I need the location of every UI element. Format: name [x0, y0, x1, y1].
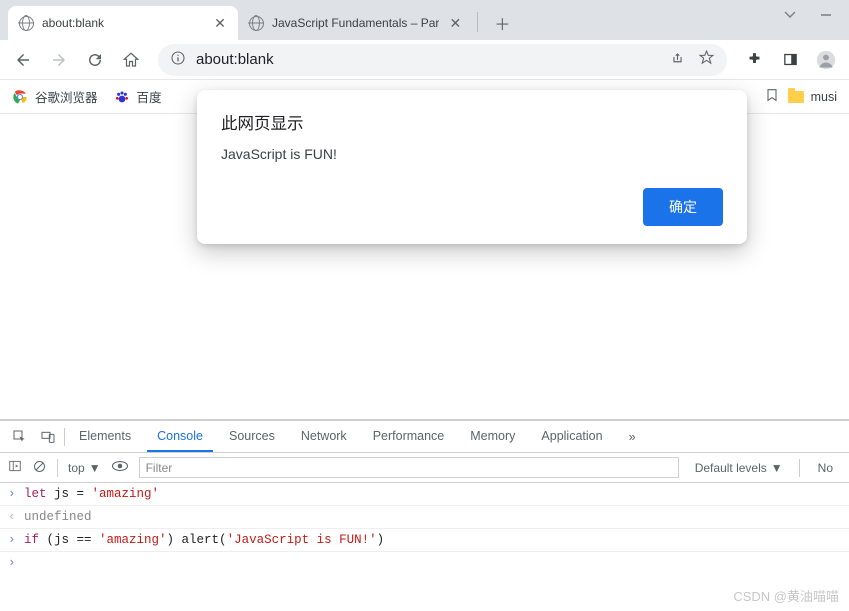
alert-title: 此网页显示 — [221, 110, 723, 134]
separator — [57, 459, 58, 477]
console-prompt[interactable]: › — [0, 552, 849, 574]
minimize-button[interactable] — [817, 8, 835, 22]
bookmark-folder-label: musi — [811, 90, 837, 104]
globe-icon — [18, 15, 34, 31]
devtools-tab-performance[interactable]: Performance — [363, 422, 455, 451]
execution-context-select[interactable]: top ▼ — [68, 461, 101, 475]
devtools-tab-application[interactable]: Application — [531, 422, 612, 451]
extensions-icon[interactable] — [739, 45, 769, 75]
watermark-text: CSDN @黄油喵喵 — [733, 586, 839, 605]
address-bar[interactable]: about:blank — [158, 44, 727, 76]
input-chevron-icon: › — [8, 533, 18, 547]
filter-placeholder: Filter — [146, 461, 173, 475]
site-info-icon[interactable] — [170, 50, 186, 70]
alert-message: JavaScript is FUN! — [221, 146, 723, 162]
profile-avatar-icon[interactable] — [811, 45, 841, 75]
inspect-element-icon[interactable] — [8, 425, 32, 449]
new-tab-button[interactable]: ＋ — [488, 9, 516, 37]
share-icon[interactable] — [669, 49, 686, 70]
issues-label[interactable]: No — [810, 461, 841, 475]
devtools-tab-elements[interactable]: Elements — [69, 422, 141, 451]
separator — [799, 459, 800, 477]
bookmark-label: 百度 — [137, 87, 162, 106]
devtools-panel: ElementsConsoleSourcesNetworkPerformance… — [0, 419, 849, 611]
devtools-tab-sources[interactable]: Sources — [219, 422, 285, 451]
console-filter-input[interactable]: Filter — [139, 457, 679, 478]
tab-title: JavaScript Fundamentals – Par — [272, 16, 439, 30]
window-dropdown-icon[interactable] — [781, 8, 799, 22]
separator — [64, 428, 65, 446]
side-panel-icon[interactable] — [775, 45, 805, 75]
close-tab-icon[interactable]: ✕ — [212, 15, 228, 31]
browser-toolbar: about:blank — [0, 40, 849, 80]
bookmark-overflow-icon[interactable] — [764, 87, 780, 106]
bookmark-star-icon[interactable] — [698, 49, 715, 70]
device-toolbar-icon[interactable] — [36, 425, 60, 449]
context-label: top — [68, 461, 85, 475]
levels-label: Default levels — [695, 461, 767, 475]
js-alert-dialog: 此网页显示 JavaScript is FUN! 确定 — [197, 90, 747, 244]
baidu-icon — [114, 89, 130, 105]
log-levels-select[interactable]: Default levels ▼ — [689, 461, 789, 475]
browser-tab-strip: about:blank ✕ JavaScript Fundamentals – … — [0, 0, 849, 40]
alert-ok-button[interactable]: 确定 — [643, 188, 723, 226]
devtools-tab-console[interactable]: Console — [147, 422, 213, 452]
bookmark-folder[interactable]: musi — [788, 89, 837, 105]
dropdown-caret-icon: ▼ — [771, 461, 783, 475]
devtools-tab-memory[interactable]: Memory — [460, 422, 525, 451]
folder-icon — [788, 89, 804, 105]
reload-button[interactable] — [80, 45, 110, 75]
globe-icon — [248, 15, 264, 31]
output-chevron-icon: ‹ — [8, 510, 18, 524]
forward-button[interactable] — [44, 45, 74, 75]
input-chevron-icon: › — [8, 556, 18, 570]
dropdown-caret-icon: ▼ — [89, 461, 101, 475]
console-input-line: › if (js == 'amazing') alert('JavaScript… — [0, 529, 849, 552]
tab-title: about:blank — [42, 16, 204, 30]
home-button[interactable] — [116, 45, 146, 75]
live-expression-icon[interactable] — [111, 460, 129, 475]
tab-separator — [477, 12, 478, 32]
console-sidebar-toggle-icon[interactable] — [8, 459, 22, 476]
more-tabs-icon[interactable]: » — [629, 430, 636, 444]
devtools-tab-network[interactable]: Network — [291, 422, 357, 451]
close-tab-icon[interactable]: ✕ — [447, 15, 463, 31]
result-value: undefined — [24, 510, 92, 524]
input-chevron-icon: › — [8, 487, 18, 501]
chrome-icon — [12, 89, 28, 105]
bookmark-item[interactable]: 谷歌浏览器 — [12, 87, 98, 106]
console-result-line: ‹ undefined — [0, 506, 849, 529]
window-controls — [767, 0, 849, 30]
address-text: about:blank — [196, 51, 274, 68]
bookmark-item[interactable]: 百度 — [114, 87, 162, 106]
console-toolbar: top ▼ Filter Default levels ▼ No — [0, 453, 849, 483]
devtools-tab-strip: ElementsConsoleSourcesNetworkPerformance… — [0, 421, 849, 453]
browser-tab[interactable]: JavaScript Fundamentals – Par ✕ — [238, 6, 473, 40]
browser-tab-active[interactable]: about:blank ✕ — [8, 6, 238, 40]
back-button[interactable] — [8, 45, 38, 75]
console-output[interactable]: › let js = 'amazing' ‹ undefined › if (j… — [0, 483, 849, 611]
bookmark-label: 谷歌浏览器 — [35, 87, 98, 106]
clear-console-icon[interactable] — [32, 459, 47, 477]
console-input-line: › let js = 'amazing' — [0, 483, 849, 506]
